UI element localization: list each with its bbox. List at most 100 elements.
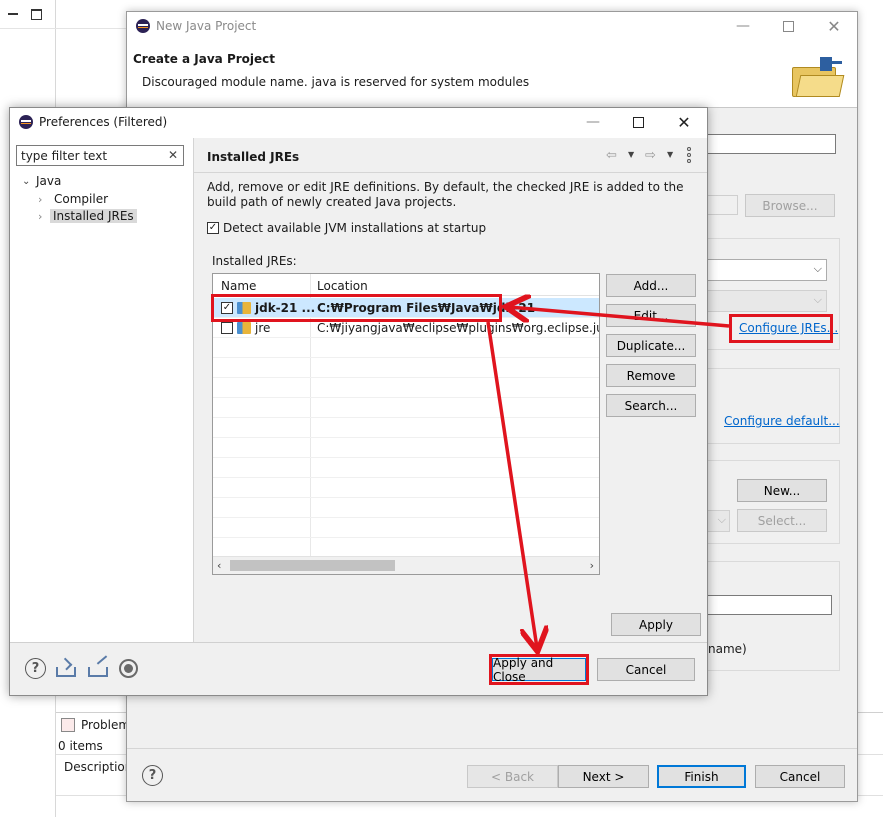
table-row (213, 358, 599, 378)
filter-input-value: type filter text (21, 149, 108, 163)
tree-item-installed-jres[interactable]: › Installed JREs (38, 207, 137, 225)
preferences-bottom-separator (10, 642, 707, 643)
finish-button[interactable]: Finish (657, 765, 746, 788)
maximize-icon[interactable] (629, 113, 647, 131)
column-header-location[interactable]: Location (317, 279, 368, 293)
chevron-right-icon[interactable]: › (38, 210, 50, 223)
eclipse-icon (136, 19, 150, 33)
edit-jre-button[interactable]: Edit... (606, 304, 696, 327)
close-icon[interactable]: ✕ (825, 17, 843, 36)
close-icon[interactable]: ✕ (675, 113, 693, 132)
minimize-view-icon[interactable] (8, 13, 18, 15)
problems-icon (61, 718, 75, 732)
working-set-combo[interactable]: ⌵ (706, 510, 730, 532)
forward-nav-icon[interactable]: ⇨ (645, 148, 656, 163)
chevron-down-icon: ⌵ (717, 513, 726, 526)
table-row (213, 478, 599, 498)
table-row[interactable]: jre C:₩jiyangjava₩eclipse₩plugins₩org.ec… (213, 318, 599, 338)
table-row[interactable]: ✓ jdk-21 ... C:₩Program Files₩Java₩jdk-2… (213, 298, 599, 318)
folder-icon (792, 57, 846, 99)
maximize-icon[interactable] (779, 17, 797, 35)
chevron-down-icon: ⌵ (813, 262, 822, 275)
pane-sash[interactable] (193, 138, 194, 643)
scroll-right-icon[interactable]: › (590, 559, 594, 572)
table-row (213, 418, 599, 438)
location-field[interactable] (706, 195, 738, 215)
jre-table[interactable]: Name Location ✓ jdk-21 ... C:₩Program Fi… (212, 273, 600, 575)
tree-item-compiler[interactable]: › Compiler (38, 190, 108, 208)
horizontal-scrollbar[interactable]: ‹ › (213, 556, 599, 574)
page-title: Installed JREs (207, 150, 300, 164)
table-row (213, 518, 599, 538)
table-row (213, 438, 599, 458)
search-jre-button[interactable]: Search... (606, 394, 696, 417)
minimize-icon[interactable]: — (734, 17, 752, 35)
configure-default-link[interactable]: Configure default... (724, 414, 840, 428)
back-button[interactable]: < Back (467, 765, 558, 788)
browse-button[interactable]: Browse... (745, 194, 835, 217)
configure-jres-link[interactable]: Configure JREs... (739, 321, 838, 335)
filter-input[interactable]: type filter text ✕ (16, 145, 184, 166)
check-icon[interactable]: ✓ (221, 302, 233, 314)
add-jre-button[interactable]: Add... (606, 274, 696, 297)
view-grid-lines (0, 28, 126, 29)
page-description: Add, remove or edit JRE definitions. By … (207, 180, 684, 209)
back-nav-menu-icon[interactable]: ▼ (628, 150, 634, 159)
help-icon[interactable]: ? (142, 765, 163, 786)
checkbox[interactable] (221, 322, 233, 334)
chevron-down-icon: ⌵ (813, 293, 822, 306)
scroll-left-icon[interactable]: ‹ (217, 559, 221, 572)
forward-nav-menu-icon[interactable]: ▼ (667, 150, 673, 159)
module-name-field[interactable] (706, 595, 832, 615)
import-icon[interactable] (56, 657, 78, 677)
help-icon[interactable]: ? (25, 658, 46, 679)
layout-group-frame (706, 368, 840, 444)
remove-jre-button[interactable]: Remove (606, 364, 696, 387)
page-title-separator (194, 172, 707, 173)
preferences-title: Preferences (Filtered) (39, 115, 168, 129)
wizard-cancel-button[interactable]: Cancel (755, 765, 845, 788)
apply-button[interactable]: Apply (611, 613, 701, 636)
table-row (213, 538, 599, 558)
export-icon[interactable] (88, 655, 110, 677)
jre-combo[interactable]: ⌵ (706, 259, 827, 281)
preferences-cancel-button[interactable]: Cancel (597, 658, 695, 681)
table-row (213, 458, 599, 478)
table-header: Name Location (213, 274, 599, 296)
view-menu-icon[interactable] (687, 147, 691, 163)
eclipse-icon (19, 115, 33, 129)
table-row (213, 338, 599, 358)
tree-item-java[interactable]: ⌄ Java (22, 172, 61, 190)
scrollbar-thumb[interactable] (230, 560, 395, 571)
module-name-suffix: name) (708, 642, 747, 656)
jre-icon (237, 302, 251, 314)
wizard-separator (127, 748, 857, 749)
table-row (213, 498, 599, 518)
detect-jvm-checkbox[interactable]: ✓ Detect available JVM installations at … (207, 221, 486, 235)
jre-combo-disabled[interactable]: ⌵ (706, 290, 827, 312)
chevron-down-icon[interactable]: ⌄ (22, 176, 36, 187)
back-nav-icon[interactable]: ⇦ (606, 148, 617, 163)
wizard-message: Discouraged module name. java is reserve… (142, 75, 530, 89)
clear-icon[interactable]: ✕ (168, 148, 178, 162)
oomph-icon[interactable] (119, 659, 138, 678)
table-row (213, 398, 599, 418)
chevron-right-icon[interactable]: › (38, 193, 54, 206)
check-icon[interactable]: ✓ (207, 222, 219, 234)
wizard-title: Create a Java Project (133, 52, 276, 66)
description-header: Description (64, 760, 133, 774)
apply-and-close-button[interactable]: Apply and Close (492, 656, 586, 684)
duplicate-jre-button[interactable]: Duplicate... (606, 334, 696, 357)
jre-icon (237, 322, 251, 334)
column-header-name[interactable]: Name (221, 279, 256, 293)
project-name-field[interactable] (706, 134, 836, 154)
table-row (213, 378, 599, 398)
new-working-set-button[interactable]: New... (737, 479, 827, 502)
items-count: 0 items (58, 739, 103, 753)
problems-tab[interactable]: Problem (81, 718, 130, 732)
minimize-icon[interactable]: — (584, 113, 602, 131)
maximize-view-icon[interactable] (31, 9, 42, 20)
next-button[interactable]: Next > (558, 765, 649, 788)
select-working-set-button[interactable]: Select... (737, 509, 827, 532)
new-project-title: New Java Project (156, 19, 257, 33)
